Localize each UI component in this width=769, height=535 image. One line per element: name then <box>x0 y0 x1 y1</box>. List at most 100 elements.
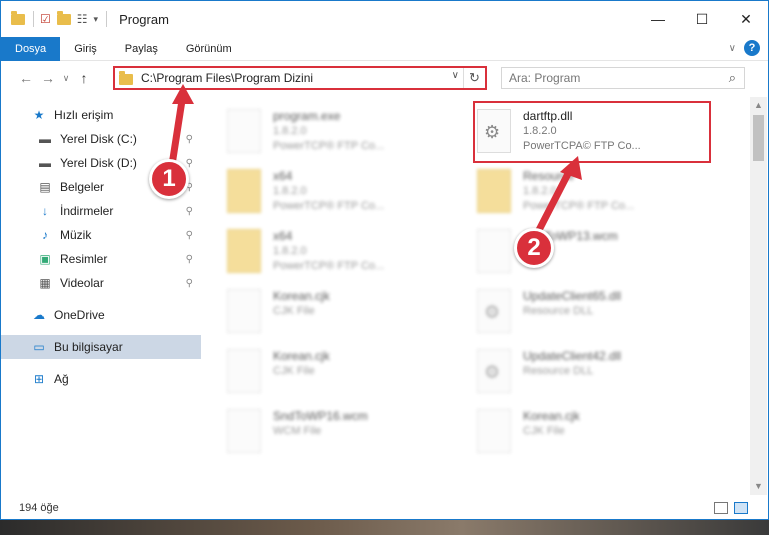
refresh-button[interactable]: ↻ <box>463 68 485 88</box>
quick-access-toolbar: ☑ ☷ ▾ <box>11 10 113 27</box>
properties-icon[interactable]: ☑ <box>40 12 51 26</box>
folder-icon <box>477 169 511 213</box>
sidebar-item-icon: ▦ <box>39 276 51 290</box>
sidebar-item-icon: ▬ <box>39 156 51 170</box>
tab-paylas[interactable]: Paylaş <box>111 37 172 61</box>
file-name: UpdateClient42.dll <box>523 349 622 363</box>
details-view-icon[interactable] <box>714 502 728 514</box>
window-title: Program <box>119 11 169 27</box>
file-name: Resource <box>523 169 575 183</box>
forward-button[interactable]: → <box>37 70 59 86</box>
file-detail: WCM File <box>273 425 322 437</box>
vertical-scrollbar[interactable]: ▲ ▼ <box>750 97 767 495</box>
pin-icon[interactable]: ⚲ <box>186 278 193 289</box>
file-detail: Resource DLL <box>523 365 594 377</box>
navigation-bar: ← → ∨ ↑ C:\Program Files\Program Dizini … <box>1 63 768 93</box>
search-icon[interactable]: ⌕ <box>729 70 736 86</box>
file-item[interactable]: SndToWP13.wcm <box>463 223 703 283</box>
item-count: 194 öğe <box>19 502 59 514</box>
sidebar-item[interactable]: ☁ OneDrive <box>1 303 201 327</box>
file-item[interactable]: program.exe 1.8.2.0 PowerTCP® FTP Co... <box>213 103 453 163</box>
file-detail: CJK File <box>273 365 315 377</box>
file-detail: 1.8.2.0 <box>273 125 307 137</box>
file-detail: 1.8.2.0 <box>273 245 307 257</box>
pin-icon[interactable]: ⚲ <box>186 158 193 169</box>
close-button[interactable]: ✕ <box>724 1 768 37</box>
file-item[interactable]: x64 1.8.2.0 PowerTCP® FTP Co... <box>213 163 453 223</box>
view-options-icon[interactable]: ☷ <box>77 12 88 26</box>
recent-locations-button[interactable]: ∨ <box>59 73 73 84</box>
file-item[interactable]: Korean.cjk CJK File <box>463 403 703 463</box>
file-detail: CJK File <box>523 425 565 437</box>
address-path[interactable]: C:\Program Files\Program Dizini <box>141 71 313 85</box>
sidebar-item-label: Hızlı erişim <box>54 108 114 122</box>
search-box[interactable]: Ara: Program ⌕ <box>501 67 745 89</box>
large-icons-view-icon[interactable] <box>734 502 748 514</box>
sidebar-item-icon: ▭ <box>33 340 45 354</box>
scroll-thumb[interactable] <box>753 115 764 161</box>
file-explorer-window: ☑ ☷ ▾ Program — ☐ ✕ Dosya Giriş Paylaş G… <box>0 0 769 520</box>
file-name: dartftp.dll <box>523 109 573 123</box>
sidebar-item[interactable]: ↓ İndirmeler ⚲ <box>1 199 201 223</box>
file-item[interactable]: dartftp.dll 1.8.2.0 PowerTCPA© FTP Co... <box>463 103 703 163</box>
dll-file-icon <box>477 289 511 333</box>
file-item[interactable]: Korean.cjk CJK File <box>213 283 453 343</box>
new-folder-icon[interactable] <box>56 10 71 25</box>
sidebar-item[interactable]: ▣ Resimler ⚲ <box>1 247 201 271</box>
file-item[interactable]: Korean.cjk CJK File <box>213 343 453 403</box>
pin-icon[interactable]: ⚲ <box>186 230 193 241</box>
file-name: Korean.cjk <box>273 289 330 303</box>
sidebar-item-label: Belgeler <box>60 180 105 194</box>
desktop-background <box>0 520 769 535</box>
help-icon[interactable]: ? <box>744 40 760 56</box>
scroll-up-button[interactable]: ▲ <box>750 97 767 114</box>
address-bar[interactable]: C:\Program Files\Program Dizini ∨ ↻ <box>113 66 487 90</box>
sidebar-item-icon: ★ <box>33 108 45 122</box>
file-name: x64 <box>273 229 293 243</box>
back-button[interactable]: ← <box>15 70 37 86</box>
sidebar-item-icon: ▬ <box>39 132 51 146</box>
folder-icon <box>119 70 133 85</box>
pin-icon[interactable]: ⚲ <box>186 134 193 145</box>
address-dropdown-icon[interactable]: ∨ <box>452 70 459 81</box>
file-icon <box>227 109 261 153</box>
file-item[interactable]: UpdateClient65.dll Resource DLL <box>463 283 703 343</box>
sidebar-item-label: Bu bilgisayar <box>54 340 123 354</box>
expand-ribbon-icon[interactable]: ∨ <box>729 43 736 54</box>
file-item[interactable]: Resource 1.8.2.0 PowerTCP® FTP Co... <box>463 163 703 223</box>
file-detail: 1.8.2.0 <box>523 125 557 137</box>
file-detail: 1.8.2.0 <box>523 185 557 197</box>
dll-file-icon <box>477 349 511 393</box>
folder-icon <box>227 169 261 213</box>
file-name: Korean.cjk <box>273 349 330 363</box>
status-bar: 194 öğe <box>1 497 768 519</box>
sidebar-item[interactable]: ★ Hızlı erişim <box>1 103 201 127</box>
sidebar-item[interactable]: ▭ Bu bilgisayar <box>1 335 201 359</box>
file-detail: PowerTCP® FTP Co... <box>523 200 635 212</box>
search-input[interactable]: Ara: Program <box>509 71 580 85</box>
tab-gorunum[interactable]: Görünüm <box>172 37 246 61</box>
file-icon <box>227 289 261 333</box>
sidebar-item[interactable]: ▬ Yerel Disk (C:) ⚲ <box>1 127 201 151</box>
file-detail: 1.8.2.0 <box>273 185 307 197</box>
file-detail: PowerTCP® FTP Co... <box>273 260 385 272</box>
sidebar-item-icon: ▤ <box>39 180 51 194</box>
sidebar-item[interactable]: ⊞ Ağ <box>1 367 201 391</box>
customize-toolbar-icon[interactable]: ▾ <box>94 14 99 25</box>
file-item[interactable]: x64 1.8.2.0 PowerTCP® FTP Co... <box>213 223 453 283</box>
maximize-button[interactable]: ☐ <box>680 1 724 37</box>
scroll-down-button[interactable]: ▼ <box>750 478 767 495</box>
step-1-badge: 1 <box>149 159 189 199</box>
pin-icon[interactable]: ⚲ <box>186 206 193 217</box>
pin-icon[interactable]: ⚲ <box>186 254 193 265</box>
up-button[interactable]: ↑ <box>73 70 95 86</box>
sidebar-item[interactable]: ♪ Müzik ⚲ <box>1 223 201 247</box>
file-detail: CJK File <box>273 305 315 317</box>
minimize-button[interactable]: — <box>636 1 680 37</box>
tab-giris[interactable]: Giriş <box>60 37 111 61</box>
sidebar-item-icon: ♪ <box>42 228 48 242</box>
sidebar-item[interactable]: ▦ Videolar ⚲ <box>1 271 201 295</box>
tab-dosya[interactable]: Dosya <box>1 36 61 61</box>
file-item[interactable]: UpdateClient42.dll Resource DLL <box>463 343 703 403</box>
file-item[interactable]: SndToWP16.wcm WCM File <box>213 403 453 463</box>
